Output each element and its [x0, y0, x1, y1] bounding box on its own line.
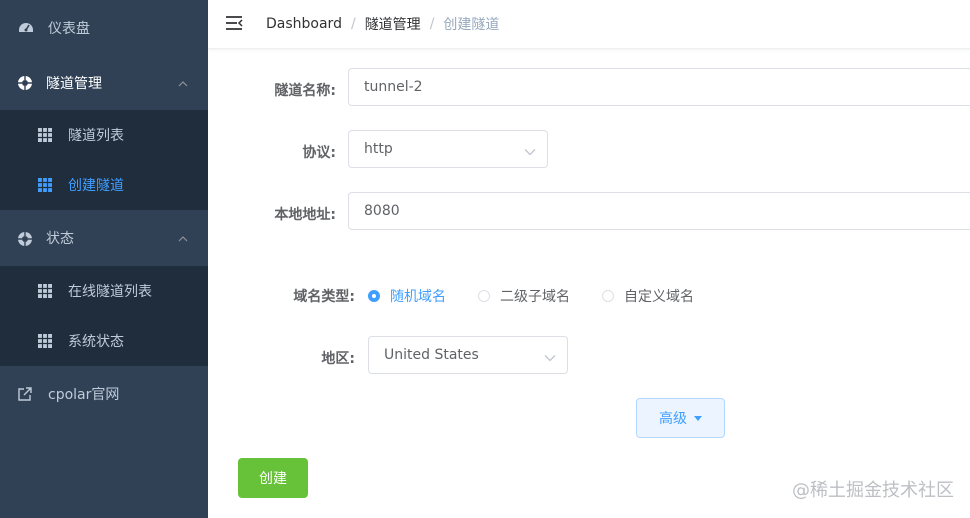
- sidebar-item-label: 创建隧道: [68, 178, 124, 194]
- sidebar-item-label: 隧道列表: [68, 128, 124, 144]
- dashboard-icon: [18, 19, 34, 35]
- breadcrumb-tunnel-management[interactable]: 隧道管理: [365, 14, 421, 34]
- sidebar-item-label: 系统状态: [68, 334, 124, 350]
- region-label: 地区:: [321, 351, 355, 367]
- sidebar-item-label: 仪表盘: [48, 21, 90, 37]
- breadcrumb-create-tunnel: 创建隧道: [443, 17, 500, 33]
- sidebar-item-label: 在线隧道列表: [68, 284, 152, 300]
- tunnel-name-input[interactable]: tunnel-2: [348, 68, 970, 106]
- local-address-value: 8080: [364, 203, 400, 219]
- tunnel-name-label: 隧道名称:: [274, 83, 336, 99]
- create-button-label: 创建: [259, 471, 287, 487]
- create-button[interactable]: 创建: [238, 458, 308, 498]
- lifebuoy-icon: [17, 75, 33, 91]
- chevron-down-icon: [524, 144, 536, 160]
- radio-subdomain[interactable]: 二级子域名: [478, 286, 570, 306]
- navbar: Dashboard / 隧道管理 / 创建隧道: [208, 0, 970, 49]
- local-address-label: 本地地址:: [274, 207, 336, 223]
- caret-down-icon: [694, 415, 702, 421]
- breadcrumb-separator: /: [429, 16, 435, 32]
- radio-label: 二级子域名: [500, 289, 570, 305]
- region-value: United States: [384, 347, 479, 363]
- tunnel-name-value: tunnel-2: [364, 79, 423, 95]
- chevron-down-icon: [544, 350, 556, 366]
- breadcrumb-separator: /: [350, 16, 356, 32]
- local-address-input[interactable]: 8080: [348, 192, 970, 230]
- sidebar-item-label: 状态: [46, 231, 74, 247]
- grid-icon: [38, 284, 52, 298]
- breadcrumb-dashboard[interactable]: Dashboard: [266, 16, 342, 32]
- sidebar-item-label: 隧道管理: [46, 76, 102, 92]
- sidebar-item-label: cpolar官网: [48, 387, 120, 403]
- external-link-icon: [18, 387, 32, 401]
- protocol-label: 协议:: [302, 145, 336, 161]
- hamburger-icon[interactable]: [225, 15, 243, 35]
- sidebar-item-online-tunnels[interactable]: 在线隧道列表: [0, 266, 208, 316]
- sidebar-item-create-tunnel[interactable]: 创建隧道: [0, 160, 208, 210]
- radio-checked-icon: [368, 290, 380, 302]
- sidebar: 仪表盘 隧道管理 隧道列表 创建隧道 状态 在线隧道列表 系统状态 cpolar…: [0, 0, 208, 518]
- advanced-button-label: 高级: [659, 411, 687, 427]
- chevron-up-icon: [178, 75, 188, 91]
- chevron-up-icon: [178, 230, 188, 246]
- breadcrumb: Dashboard / 隧道管理 / 创建隧道: [266, 14, 499, 34]
- grid-icon: [38, 334, 52, 348]
- grid-icon: [38, 178, 52, 192]
- sidebar-item-status[interactable]: 状态: [0, 210, 208, 266]
- radio-random-domain[interactable]: 随机域名: [368, 286, 446, 306]
- protocol-select[interactable]: http: [348, 130, 548, 168]
- grid-icon: [38, 128, 52, 142]
- domain-type-label: 域名类型:: [293, 289, 355, 305]
- radio-label: 随机域名: [390, 289, 446, 305]
- watermark: @稀土掘金技术社区: [792, 480, 954, 501]
- lifebuoy-icon: [17, 231, 33, 247]
- sidebar-item-tunnel-management[interactable]: 隧道管理: [0, 55, 208, 111]
- radio-unchecked-icon: [602, 290, 614, 302]
- sidebar-item-tunnel-list[interactable]: 隧道列表: [0, 110, 208, 160]
- radio-label: 自定义域名: [624, 289, 694, 305]
- protocol-value: http: [364, 141, 393, 157]
- sidebar-item-cpolar-website[interactable]: cpolar官网: [0, 366, 208, 422]
- radio-custom-domain[interactable]: 自定义域名: [602, 286, 694, 306]
- radio-unchecked-icon: [478, 290, 490, 302]
- advanced-button[interactable]: 高级: [636, 398, 725, 438]
- sidebar-item-system-status[interactable]: 系统状态: [0, 316, 208, 366]
- sidebar-item-dashboard[interactable]: 仪表盘: [0, 0, 208, 56]
- region-select[interactable]: United States: [368, 336, 568, 374]
